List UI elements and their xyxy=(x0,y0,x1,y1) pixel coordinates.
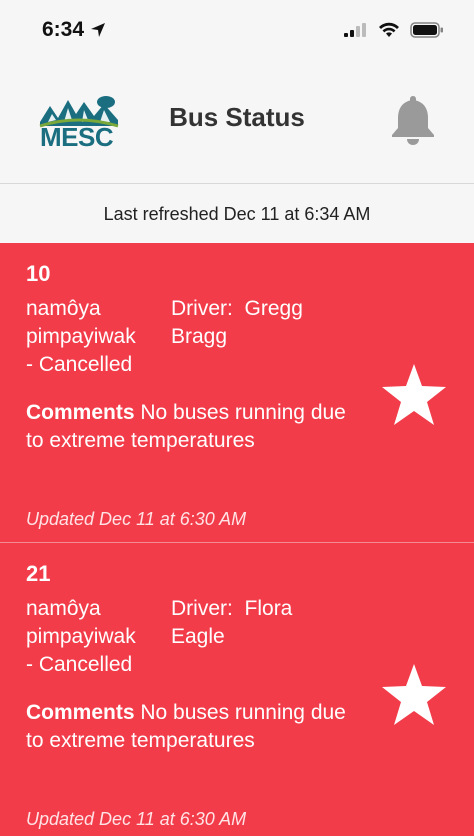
driver-label: Driver: xyxy=(171,597,233,620)
route-name-line: namôya xyxy=(26,297,101,320)
route-status: - Cancelled xyxy=(26,353,133,376)
driver-last-name: Eagle xyxy=(171,625,225,648)
bus-card[interactable]: 10 namôya pimpayiwak - Cancelled Driver:… xyxy=(0,243,474,543)
driver-last-name: Bragg xyxy=(171,325,228,348)
app-header: MESC Bus Status xyxy=(0,62,474,184)
comments: Comments No buses running due to extreme… xyxy=(26,699,346,755)
status-time: 6:34 xyxy=(42,18,85,41)
driver-label: Driver: xyxy=(171,297,233,320)
driver-info: Driver: Gregg Bragg xyxy=(171,295,351,351)
comments-label: Comments xyxy=(26,401,135,424)
comments-label: Comments xyxy=(26,701,135,724)
route-name: namôya pimpayiwak - Cancelled xyxy=(26,595,166,679)
last-refreshed-text: Last refreshed Dec 11 at 6:34 AM xyxy=(103,203,371,224)
status-bar: 6:34 xyxy=(0,0,474,62)
bell-icon[interactable] xyxy=(390,94,436,146)
driver-first-name: Gregg xyxy=(244,297,303,320)
route-name-line: namôya xyxy=(26,597,101,620)
location-arrow-icon xyxy=(91,23,106,37)
route-number: 10 xyxy=(26,261,51,286)
star-icon[interactable] xyxy=(380,663,448,727)
star-icon[interactable] xyxy=(380,363,448,427)
route-name-line: pimpayiwak xyxy=(26,625,136,648)
route-name: namôya pimpayiwak - Cancelled xyxy=(26,295,166,379)
last-refreshed-bar: Last refreshed Dec 11 at 6:34 AM xyxy=(0,185,474,243)
route-status: - Cancelled xyxy=(26,653,133,676)
updated-time: Updated Dec 11 at 6:30 AM xyxy=(26,809,247,829)
wifi-icon xyxy=(379,22,399,37)
route-name-line: pimpayiwak xyxy=(26,325,136,348)
battery-icon xyxy=(410,22,443,38)
bus-card[interactable]: 21 namôya pimpayiwak - Cancelled Driver:… xyxy=(0,543,474,836)
comments: Comments No buses running due to extreme… xyxy=(26,399,346,455)
cellular-signal-icon xyxy=(344,23,366,37)
route-number: 21 xyxy=(26,561,51,586)
driver-info: Driver: Flora Eagle xyxy=(171,595,351,651)
updated-time: Updated Dec 11 at 6:30 AM xyxy=(26,509,247,529)
driver-first-name: Flora xyxy=(244,597,293,620)
bus-list[interactable]: 10 namôya pimpayiwak - Cancelled Driver:… xyxy=(0,243,474,836)
